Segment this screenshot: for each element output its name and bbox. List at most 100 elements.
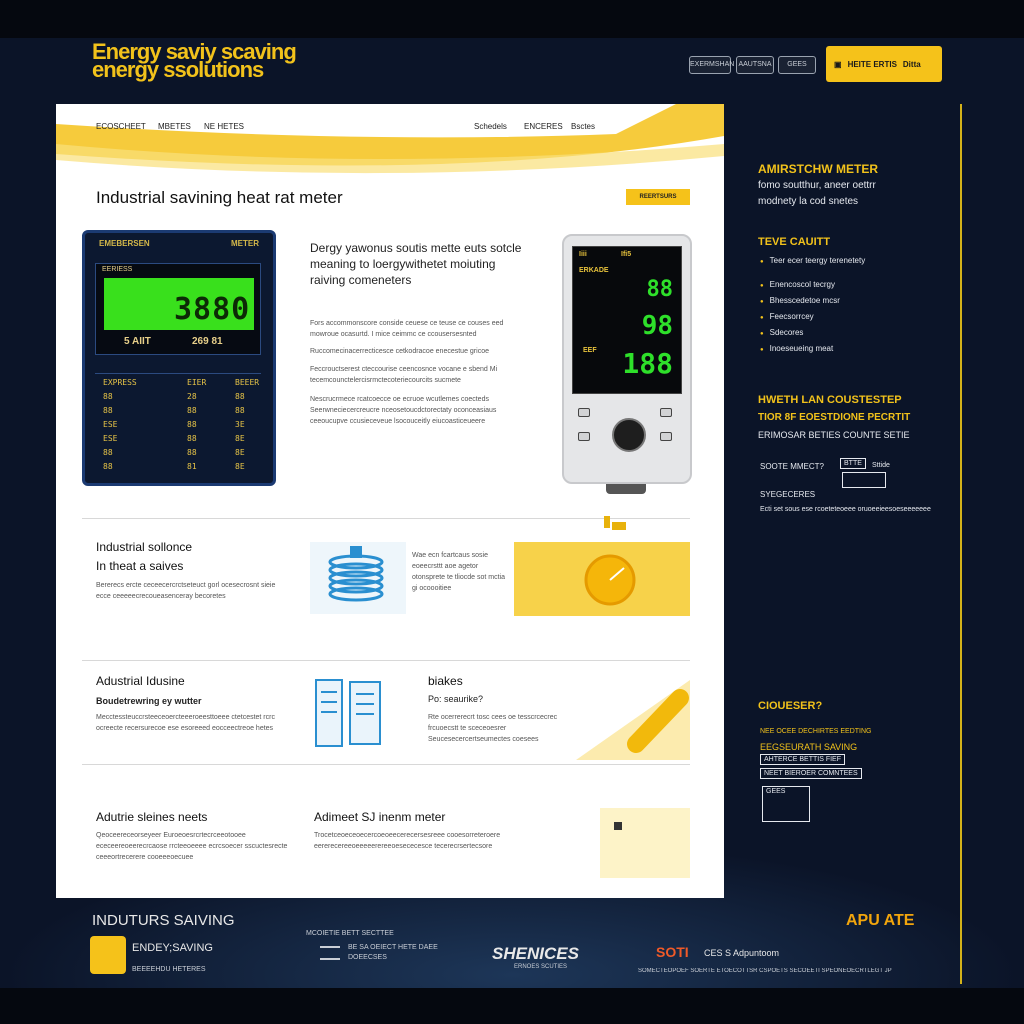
section3-mid-text: Trocetceoeceoecercoeoeecerecersesreee co… (314, 832, 501, 850)
meter-cell: 88 (187, 406, 197, 415)
gauge-icon (584, 554, 636, 606)
nav-link-6[interactable]: Bsctes (571, 122, 595, 131)
nav-link-2[interactable]: MBETES (158, 122, 191, 131)
contact-button-3[interactable]: GEES (762, 786, 810, 822)
sidebar-heading-3c: ERIMOSAR BETIES COUNTE SETIE (758, 430, 910, 440)
meter-cell: 8E (235, 434, 245, 443)
hero-subtitle: Dergy yawonus soutis mette euts sotcle m… (310, 241, 522, 287)
section3-title: Adutrie sleines neets (96, 810, 208, 824)
header-cta-button[interactable]: ▣ HEITE ERTIS Ditta (826, 46, 942, 82)
sidebar-list-item[interactable]: Sdecores (760, 328, 804, 337)
meter-cell: 88 (235, 392, 245, 401)
sidebar-heading-2: TEVE CAUITT (758, 236, 831, 248)
meter-cell: 88 (103, 448, 113, 457)
meter-cell: 8E (235, 448, 245, 457)
meter-cell: 88 (187, 420, 197, 429)
meter-cell: 88 (103, 392, 113, 401)
meter-title-right: METER (231, 239, 259, 248)
header-swoosh (56, 104, 724, 174)
meter-cell: ESE (103, 434, 118, 443)
hero-paragraph-3: Feccrouctserest cteccourise ceencosnce v… (310, 366, 498, 384)
section1-title: Industrial sollonce (96, 540, 193, 554)
footer-brand-sub: ERNOES SCUTIES (514, 964, 568, 970)
hero-tag-button[interactable]: REERTSURS (626, 189, 690, 205)
footer-brand[interactable]: SHENICES (492, 944, 579, 964)
meter-unit-right: 269 81 (192, 336, 223, 347)
section1-mid-text: Wae ecn fcartcaus sosie eoeecrsttt aoe a… (412, 552, 505, 592)
device-label-1: Iiii (579, 251, 587, 258)
nav-link-1[interactable]: ECOSCHEET (96, 122, 146, 131)
pen-graphic (576, 680, 690, 760)
section1-text: Bererecs ercte ceceecercrctseteuct gorl … (96, 582, 276, 600)
meter-screen: EERIESS 3880 5 AIIT 269 81 (95, 263, 261, 355)
hero-paragraph-2: Ruccomecinacerrecticesce cetkodracoe ene… (310, 348, 489, 355)
footer-logo-icon (90, 936, 126, 974)
footer-col2-heading: MCOIETIE BETT SECTTEE (306, 930, 394, 937)
solar-side-label: Sttide (872, 462, 890, 469)
meter-cell: 3E (235, 420, 245, 429)
section3-text: Qeoceereceorseyeer Euroeoesrcrtecrceeoto… (96, 832, 288, 861)
solar-button[interactable]: BTTE (840, 458, 866, 469)
sidebar-heading-3a: HWETH LAN COUSTESTEP (758, 394, 902, 406)
meter-cell: 88 (103, 462, 113, 471)
meter-cell: 8E (235, 462, 245, 471)
device-screen: Iiii Ifi5 ERKADE 88 98 EEF 188 (572, 246, 682, 394)
sidebar-list-item[interactable]: Enencoscol tecrgy (760, 280, 835, 289)
section-divider (82, 518, 690, 519)
section2-text: Mecctessteuccrsteeceoercteeeroeesttoeee … (96, 714, 275, 732)
device-button-right (660, 408, 672, 417)
device-button-left-2 (578, 432, 590, 441)
hero-paragraph-1: Fors accommonscore conside ceuese ce teu… (310, 320, 504, 338)
device-reading-1: 88 (646, 277, 674, 302)
sidebar: AMIRSTCHW METER fomo soutthur, aneer oet… (724, 104, 962, 984)
gauge-banner (514, 542, 690, 616)
section1-subtitle: In theat a saives (96, 559, 184, 573)
section3-mid-title: Adimeet SJ inenm meter (314, 810, 446, 824)
nav-link-3[interactable]: NE HETES (204, 122, 244, 131)
contact-button-1[interactable]: AHTERCE BETTIS FIEF (760, 754, 846, 765)
device-reading-2: 98 (641, 311, 673, 341)
sidebar-list-item[interactable]: Bhesscedetoe mcsr (760, 296, 840, 305)
solar-icon (842, 472, 886, 488)
footer-right-brand[interactable]: SOTI (656, 944, 689, 960)
coil-icon (310, 542, 406, 614)
sidebar-text-2: modnety la cod snetes (758, 196, 859, 207)
section2-mid-subtitle: Po: seaurike? (428, 694, 484, 704)
footer-col2-line-2: DOEECSES (348, 954, 387, 961)
nav-link-4[interactable]: Schedels (474, 122, 507, 131)
meter-digits: 3880 (174, 292, 251, 327)
site-logo[interactable]: Energy saviy scaving energy ssolutions (92, 41, 302, 82)
contact-line-1: NEE OCEE DECHIRTES EEDTING (760, 728, 872, 735)
nav-link-5[interactable]: ENCERES (524, 122, 563, 131)
meter-lcd: 3880 (104, 278, 254, 330)
logo-line-2: energy ssolutions (92, 59, 264, 81)
contact-button-2[interactable]: NEET BIEROER COMNTEES (760, 768, 862, 779)
sidebar-heading-1: AMIRSTCHW METER (758, 162, 878, 176)
sidebar-list-item[interactable]: Teer ecer teergy terenetety (760, 256, 866, 265)
contact-line-2: EEGSEURATH SAVING (760, 742, 858, 752)
footer-title: INDUTURS SAIVING (92, 912, 235, 929)
section2-mid-text: Rte ocerrerecrt tosc cees oe tesscrcecre… (428, 714, 558, 743)
spec-heading: SYEGECERES (760, 490, 816, 499)
cta-label-2: Ditta (902, 59, 921, 69)
cta-icon: ▣ (834, 59, 842, 69)
meter-cell: EIER (187, 378, 207, 387)
header-button-1[interactable]: EXERMSHAN (689, 56, 734, 74)
sidebar-list-item[interactable]: Inoeseueing meat (760, 344, 834, 353)
header-button-3[interactable]: GEES (778, 56, 816, 74)
meter-cell: BEEER (235, 378, 260, 387)
header-button-2[interactable]: AAUTSNA (736, 56, 774, 74)
footer-col2-line-1: BE SA OEIECT HETE DAEE (348, 944, 438, 951)
sidebar-list-item[interactable]: Feecsorrcey (760, 312, 814, 321)
footer-right-text: CES S Adpuntoom (704, 948, 780, 958)
meter-cell: 88 (235, 406, 245, 415)
sidebar-heading-3b: TIOR 8F EOESTDIONE PECRTIT (758, 412, 911, 423)
meter-cell: 88 (187, 434, 197, 443)
device-label-3: ERKADE (579, 267, 609, 274)
section-divider (82, 764, 690, 765)
device-base (606, 484, 646, 494)
footer-logo-subtext: BEEEEHDU HETERES (132, 966, 206, 973)
meter-cell: 81 (187, 462, 197, 471)
meter-cell: 88 (103, 406, 113, 415)
footer-logo-text: ENDEY;SAVING (132, 942, 213, 954)
